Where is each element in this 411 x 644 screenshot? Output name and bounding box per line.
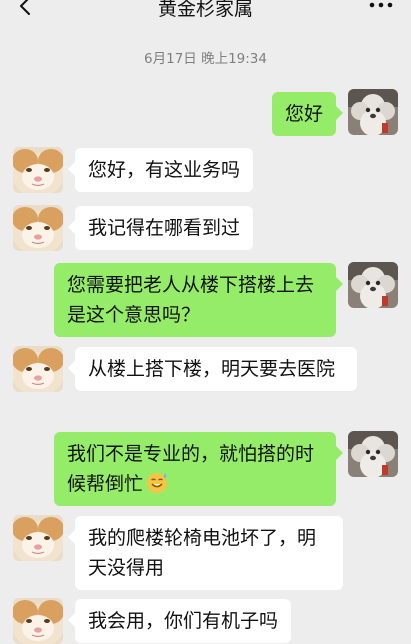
timestamp: 6月17日 晚上19:34 <box>144 51 267 67</box>
message-bubble-outgoing[interactable]: 您需要把老人从楼下搭楼上去是这个意思吗？ <box>54 263 343 337</box>
message-bubble-incoming[interactable]: 从楼上搭下楼，明天要去医院 <box>68 347 357 391</box>
message-bubble-outgoing[interactable]: 您好 <box>271 92 344 136</box>
message-bubble-incoming[interactable]: 我的爬楼轮椅电池坏了，明天没得用 <box>68 516 343 590</box>
more-dots-icon[interactable] <box>367 0 395 18</box>
message-text: 从楼上搭下楼，明天要去医院 <box>88 358 336 380</box>
contact-avatar[interactable] <box>13 346 63 392</box>
message-text: 我们不是专业的，就怕搭的时候帮倒忙 <box>67 443 315 495</box>
my-avatar[interactable] <box>348 89 398 135</box>
message-text: 您好 <box>284 103 323 125</box>
my-avatar[interactable] <box>348 431 398 477</box>
message-bubble-incoming[interactable]: 我记得在哪看到过 <box>67 206 254 250</box>
message-text: 我的爬楼轮椅电池坏了，明天没得用 <box>88 527 317 579</box>
message-text: 您需要把老人从楼下搭楼上去是这个意思吗？ <box>67 274 315 326</box>
message-bubble-incoming[interactable]: 我会用，你们有机子吗 <box>67 599 292 643</box>
contact-avatar[interactable] <box>13 205 63 251</box>
message-text: 我会用，你们有机子吗 <box>88 610 279 632</box>
sweat-smile-emoji-icon <box>147 473 168 493</box>
message-bubble-outgoing[interactable]: 我们不是专业的，就怕搭的时候帮倒忙 <box>54 432 343 506</box>
message-bubble-incoming[interactable]: 您好，有这业务吗 <box>67 148 254 192</box>
my-avatar[interactable] <box>348 262 398 308</box>
contact-avatar[interactable] <box>13 515 63 561</box>
contact-avatar[interactable] <box>13 147 63 193</box>
top-bar: 黄金杉家属 <box>0 0 411 26</box>
message-text: 我记得在哪看到过 <box>88 217 241 239</box>
message-text: 您好，有这业务吗 <box>88 159 241 181</box>
chat-title: 黄金杉家属 <box>157 0 253 20</box>
contact-avatar[interactable] <box>13 598 63 644</box>
